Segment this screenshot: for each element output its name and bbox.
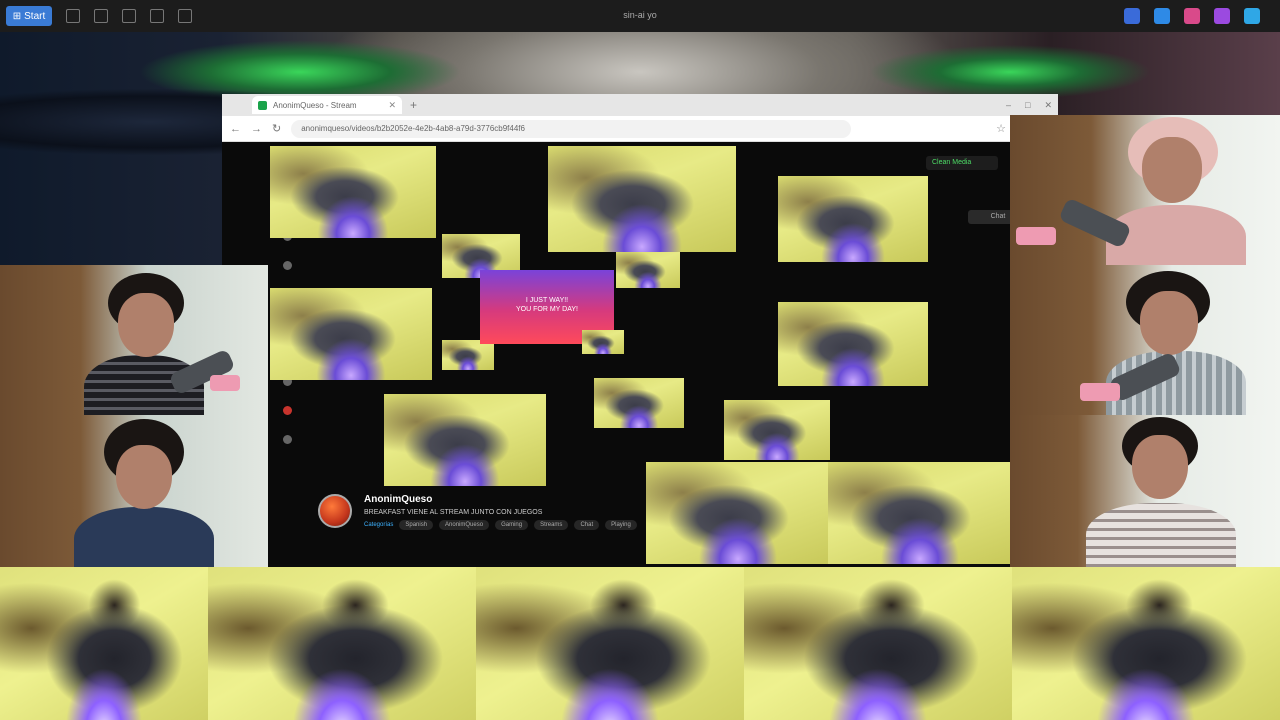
video-thumbnail — [616, 252, 680, 288]
top-chip[interactable]: Clean Media — [926, 156, 998, 170]
video-thumbnail — [384, 394, 546, 486]
live-icon[interactable] — [282, 406, 292, 415]
tag-list: Categorías Spanish AnonimQueso Gaming St… — [364, 520, 637, 530]
video-thumbnail — [582, 330, 624, 354]
tray-app-icon[interactable] — [1184, 8, 1200, 24]
video-thumbnail — [778, 302, 928, 386]
webcam-tile — [0, 265, 268, 415]
video-thumbnail — [442, 340, 494, 370]
browse-icon[interactable] — [282, 261, 292, 270]
webcam-tile — [744, 567, 1012, 720]
channel-name[interactable]: AnonimQueso — [364, 494, 637, 505]
stream-page: Clean Media Chat I JUST WAY!! YOU FOR MY… — [222, 142, 1058, 564]
browser-window: AnonimQueso - Stream ✕ + – □ ✕ ← → ↻ ano… — [222, 94, 1058, 564]
tab-bar: AnonimQueso - Stream ✕ + – □ ✕ — [222, 94, 1058, 116]
stream-title: BREAKFAST VIENE AL STREAM JUNTO CON JUEG… — [364, 509, 543, 516]
tag-chip[interactable]: Gaming — [495, 520, 529, 530]
video-thumbnail — [548, 146, 736, 252]
tag-chip[interactable]: Spanish — [399, 520, 434, 530]
tray-app-icon[interactable] — [1214, 8, 1230, 24]
system-tray — [1124, 8, 1260, 24]
video-thumbnail — [778, 176, 928, 262]
webcam-tile — [1010, 265, 1280, 415]
windows-icon: ⊞ — [12, 10, 22, 22]
tab-title: AnonimQueso - Stream — [273, 100, 357, 110]
tag-chip[interactable]: AnonimQueso — [439, 520, 490, 530]
close-tab-icon[interactable]: ✕ — [388, 100, 396, 111]
video-thumbnail — [270, 146, 436, 238]
browser-tab[interactable]: AnonimQueso - Stream ✕ — [252, 96, 402, 114]
taskbar-app-icon[interactable] — [150, 9, 164, 23]
video-thumbnail — [646, 462, 830, 564]
new-tab-button[interactable]: + — [410, 98, 417, 112]
window-title: sin-ai yo — [623, 10, 657, 20]
taskbar-app-icon[interactable] — [94, 9, 108, 23]
taskbar-app-icon[interactable] — [66, 9, 80, 23]
maximize-button[interactable]: □ — [1025, 100, 1030, 111]
webcam-tile — [0, 415, 268, 567]
start-button[interactable]: ⊞ Start — [6, 6, 52, 26]
stream-sidebar — [282, 232, 292, 552]
overlay-text: I JUST WAY!! — [525, 297, 569, 304]
url-input[interactable]: anonimqueso/videos/b2b2052e-4e2b-4ab8-a7… — [291, 119, 852, 138]
tag-chip[interactable]: Playing — [605, 520, 637, 530]
window-controls: – □ ✕ — [1006, 100, 1052, 111]
webcam-tile — [1010, 415, 1280, 567]
back-icon[interactable]: ← — [230, 123, 241, 135]
webcam-tile — [1010, 115, 1280, 265]
channel-avatar[interactable] — [318, 494, 352, 528]
webcam-tile — [476, 567, 744, 720]
more-icon[interactable] — [282, 435, 292, 444]
tag-chip[interactable]: Streams — [534, 520, 569, 530]
minimize-button[interactable]: – — [1006, 100, 1011, 111]
webcam-tile — [0, 567, 208, 720]
overlay-text: YOU FOR MY DAY! — [516, 306, 578, 313]
webcam-tile — [208, 567, 476, 720]
video-thumbnail — [828, 462, 1012, 564]
video-thumbnail — [270, 288, 432, 380]
favicon-icon — [258, 100, 267, 110]
start-label: Start — [24, 10, 46, 22]
reload-icon[interactable]: ↻ — [272, 122, 281, 135]
taskbar-app-icon[interactable] — [178, 9, 192, 23]
close-window-button[interactable]: ✕ — [1044, 100, 1052, 111]
channel-info: AnonimQueso BREAKFAST VIENE AL STREAM JU… — [318, 494, 637, 530]
taskbar: ⊞ Start sin-ai yo — [0, 0, 1280, 32]
tray-app-icon[interactable] — [1244, 8, 1260, 24]
address-bar-row: ← → ↻ anonimqueso/videos/b2b2052e-4e2b-4… — [222, 116, 1058, 142]
taskbar-app-icon[interactable] — [122, 9, 136, 23]
tags-label[interactable]: Categorías — [364, 522, 393, 528]
tray-app-icon[interactable] — [1154, 8, 1170, 24]
forward-icon[interactable]: → — [251, 123, 262, 135]
tray-app-icon[interactable] — [1124, 8, 1140, 24]
tag-chip[interactable]: Chat — [574, 520, 600, 530]
video-thumbnail — [594, 378, 684, 428]
webcam-tile — [1012, 567, 1280, 720]
bookmark-star-icon[interactable]: ☆ — [996, 122, 1006, 135]
video-thumbnail — [724, 400, 830, 460]
